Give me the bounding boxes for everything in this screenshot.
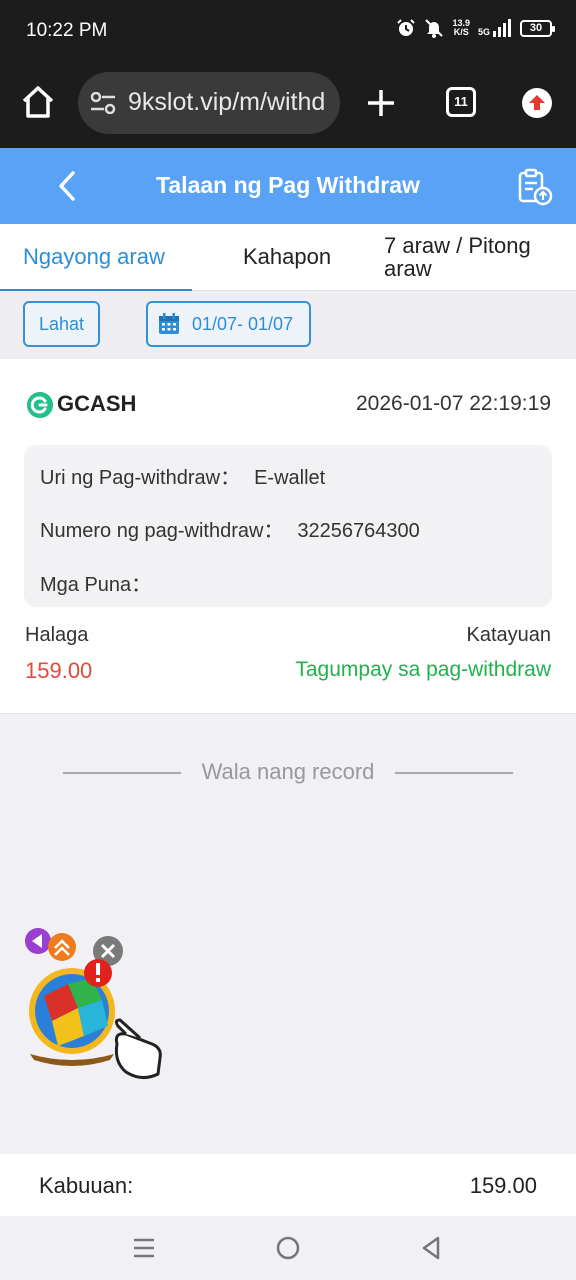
tab-seven-days[interactable]: 7 araw / Pitong araw — [384, 224, 576, 291]
tab-today-label: Ngayong araw — [23, 244, 165, 269]
home-icon[interactable] — [20, 84, 56, 120]
signal-icon: 5G — [478, 19, 512, 37]
detail-number-value: 32256764300 — [297, 520, 420, 542]
site-settings-icon[interactable] — [90, 92, 116, 114]
amount-value: 159.00 — [25, 658, 93, 683]
page-title: Talaan ng Pag Withdraw — [156, 172, 420, 198]
detail-type-label: Uri ng Pag-withdraw： — [40, 467, 241, 489]
detail-remarks-label: Mga Puna： — [40, 574, 152, 596]
tab-yesterday-label: Kahapon — [243, 244, 332, 269]
game-cube-icon — [25, 928, 162, 1079]
floating-game-widget[interactable] — [22, 926, 172, 1086]
no-more-records: Wala nang record — [0, 757, 576, 787]
record-datetime: 2026-01-07 22:19:19 — [356, 392, 551, 415]
system-nav-bar — [0, 1216, 576, 1280]
update-icon[interactable] — [522, 88, 552, 118]
date-range-picker[interactable]: 01/07- 01/07 — [146, 301, 311, 347]
update-arrow — [529, 95, 545, 110]
recent-apps-icon[interactable] — [130, 1234, 158, 1262]
status-bar: 10:22 PM 13.9 K/S 5G 30 — [0, 0, 576, 62]
detail-type-value: E-wallet — [254, 467, 326, 489]
net-speed: 13.9 K/S — [452, 19, 470, 37]
new-tab-icon[interactable] — [364, 86, 398, 120]
total-value: 159.00 — [469, 1173, 537, 1198]
clipboard-upload-icon[interactable] — [516, 168, 554, 206]
signal-bars — [493, 19, 511, 37]
filter-bar: Lahat 01/07- 01/07 — [0, 291, 576, 359]
net-speed-unit: K/S — [453, 27, 469, 37]
home-circle-icon[interactable] — [274, 1234, 302, 1262]
status-value: Tagumpay sa pag-withdraw — [295, 658, 551, 681]
detail-number-label: Numero ng pag-withdraw： — [40, 520, 284, 542]
network-type: 5G — [477, 27, 490, 37]
detail-remarks-row: Mga Puna： — [40, 568, 165, 597]
battery-icon: 30 — [520, 19, 555, 37]
detail-type-row: Uri ng Pag-withdraw： E-wallet — [40, 461, 325, 490]
date-range-text: 01/07- 01/07 — [192, 314, 294, 334]
alarm-icon — [397, 19, 416, 36]
detail-number-row: Numero ng pag-withdraw： 32256764300 — [40, 514, 420, 543]
tabs-icon[interactable]: 11 — [446, 87, 476, 117]
calendar-icon — [159, 313, 179, 334]
tab-yesterday[interactable]: Kahapon — [192, 224, 384, 291]
divider-right — [395, 772, 513, 774]
withdraw-record-card[interactable]: GCASH 2026-01-07 22:19:19 Uri ng Pag-wit… — [0, 359, 576, 714]
gcash-logo-icon — [27, 392, 53, 418]
payment-method: GCASH — [57, 391, 137, 416]
tab-today[interactable]: Ngayong araw — [0, 224, 192, 292]
total-bar: Kabuuan: 159.00 — [0, 1154, 576, 1216]
mute-icon — [425, 19, 444, 38]
status-icons: 13.9 K/S 5G 30 — [396, 18, 555, 38]
back-triangle-icon[interactable] — [418, 1234, 446, 1262]
date-tabs: Ngayong araw Kahapon 7 araw / Pitong ara… — [0, 224, 576, 292]
status-time: 10:22 PM — [26, 20, 108, 41]
url-text[interactable]: 9kslot.vip/m/withd — [128, 88, 325, 117]
status-label: Katayuan — [466, 624, 551, 646]
browser-toolbar: 9kslot.vip/m/withd 11 — [0, 62, 576, 148]
filter-all-button[interactable]: Lahat — [23, 301, 100, 347]
record-details: Uri ng Pag-withdraw： E-wallet Numero ng p… — [24, 445, 552, 607]
address-bar[interactable]: 9kslot.vip/m/withd — [78, 72, 340, 134]
app-header: Talaan ng Pag Withdraw — [0, 148, 576, 224]
total-label: Kabuuan: — [39, 1173, 134, 1198]
tab-seven-days-label: 7 araw / Pitong araw — [384, 233, 531, 281]
amount-label: Halaga — [25, 624, 89, 646]
